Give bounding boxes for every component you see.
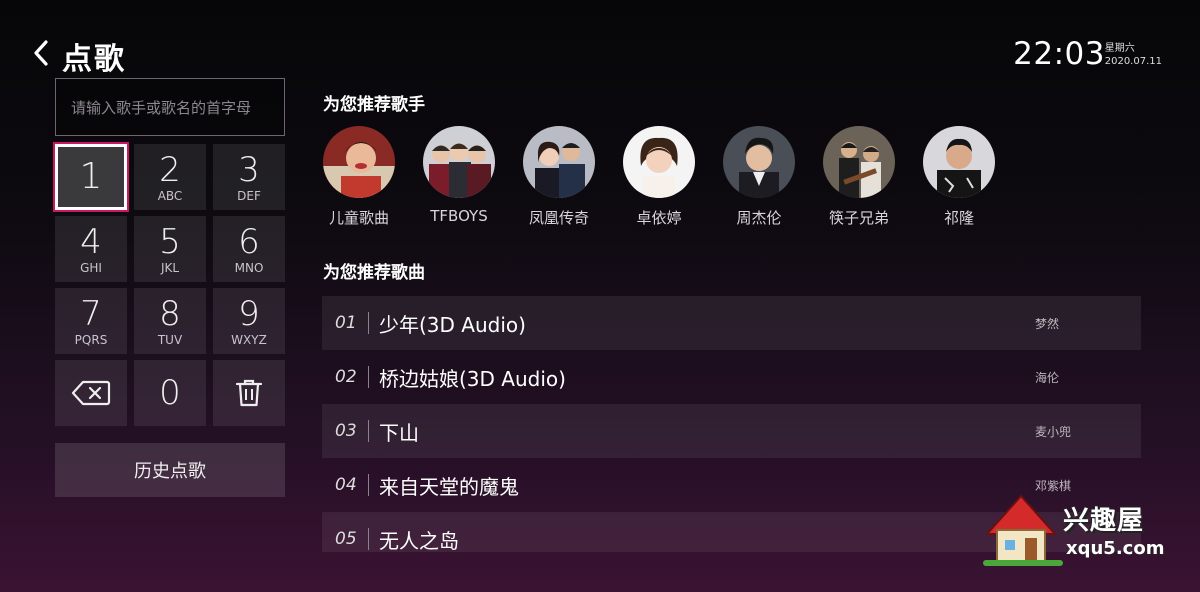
singer-card[interactable]: 卓依婷 <box>622 126 696 228</box>
page-title: 点歌 <box>62 42 126 77</box>
key-digit: 4 <box>80 221 102 262</box>
key-letters: DEF <box>237 188 261 203</box>
key-digit: 8 <box>159 293 181 334</box>
avatar <box>523 126 595 198</box>
singers-section-title: 为您推荐歌手 <box>323 95 425 115</box>
song-artist: 麦小兜 <box>1035 424 1072 439</box>
search-input[interactable]: 请输入歌手或歌名的首字母 <box>55 78 285 136</box>
singer-name: 祁隆 <box>943 209 974 227</box>
key-9[interactable]: 9 WXYZ <box>213 288 285 354</box>
watermark-url: xqu5.com <box>1066 538 1165 559</box>
song-row[interactable]: 03 下山 麦小兜 <box>322 404 1141 458</box>
key-digit: 7 <box>80 293 102 334</box>
singer-card[interactable]: TFBOYS <box>422 126 496 225</box>
singer-card[interactable]: 祁隆 <box>922 126 996 228</box>
singer-card[interactable]: 筷子兄弟 <box>822 126 896 228</box>
song-index: 02 <box>335 367 357 387</box>
key-letters: GHI <box>80 260 102 275</box>
key-digit: 5 <box>159 221 181 262</box>
key-digit: 9 <box>238 293 260 334</box>
singer-card[interactable]: 儿童歌曲 <box>322 126 396 228</box>
key-1[interactable]: 1 <box>55 144 127 210</box>
key-5[interactable]: 5 JKL <box>134 216 206 282</box>
song-row[interactable]: 01 少年(3D Audio) 梦然 <box>322 296 1141 350</box>
key-letters: TUV <box>157 332 183 347</box>
trash-icon <box>235 379 263 407</box>
clock-date-value: 2020.07.11 <box>1104 56 1162 67</box>
singer-name: TFBOYS <box>430 207 488 225</box>
key-7[interactable]: 7 PQRS <box>55 288 127 354</box>
song-title: 下山 <box>379 420 419 445</box>
key-8[interactable]: 8 TUV <box>134 288 206 354</box>
divider <box>368 528 369 550</box>
clear-key[interactable] <box>213 360 285 426</box>
key-4[interactable]: 4 GHI <box>55 216 127 282</box>
key-digit: 3 <box>238 149 260 190</box>
song-index: 04 <box>335 475 357 495</box>
clock-date: 星期六 2020.07.11 <box>1105 42 1162 68</box>
singer-card[interactable]: 凤凰传奇 <box>522 126 596 228</box>
key-digit: 2 <box>159 149 181 190</box>
song-title: 桥边姑娘(3D Audio) <box>379 366 566 391</box>
back-button[interactable] <box>28 36 54 70</box>
clock-weekday: 星期六 <box>1104 43 1135 54</box>
avatar <box>323 126 395 198</box>
divider <box>368 312 369 334</box>
song-index: 05 <box>335 529 357 549</box>
singer-name: 筷子兄弟 <box>828 209 889 227</box>
avatar <box>923 126 995 198</box>
key-letters: MNO <box>234 260 264 275</box>
song-index: 03 <box>335 421 357 441</box>
avatar <box>723 126 795 198</box>
key-3[interactable]: 3 DEF <box>213 144 285 210</box>
clock-time: 22:03 <box>1013 36 1105 72</box>
singer-card[interactable]: 周杰伦 <box>722 126 796 228</box>
avatar <box>423 126 495 198</box>
key-digit: 6 <box>238 221 260 262</box>
singer-name: 儿童歌曲 <box>328 209 389 227</box>
song-title: 来自天堂的魔鬼 <box>379 474 519 499</box>
song-artist: 梦然 <box>1035 316 1060 331</box>
key-letters: ABC <box>157 188 183 203</box>
history-button[interactable]: 历史点歌 <box>55 443 285 497</box>
divider <box>368 366 369 388</box>
avatar <box>823 126 895 198</box>
songs-section-title: 为您推荐歌曲 <box>323 263 425 283</box>
key-digit: 1 <box>79 156 103 197</box>
key-6[interactable]: 6 MNO <box>213 216 285 282</box>
avatar <box>623 126 695 198</box>
singer-name: 周杰伦 <box>736 209 782 227</box>
divider <box>368 420 369 442</box>
backspace-icon <box>71 380 111 406</box>
song-title: 少年(3D Audio) <box>379 312 526 337</box>
key-letters: PQRS <box>74 332 108 347</box>
backspace-key[interactable] <box>55 360 127 426</box>
search-placeholder: 请输入歌手或歌名的首字母 <box>71 98 252 117</box>
chevron-left-icon <box>34 40 48 66</box>
key-digit: 0 <box>159 373 181 413</box>
song-artist: 海伦 <box>1035 370 1060 385</box>
key-letters: JKL <box>160 260 180 275</box>
watermark-brand: 兴趣屋 <box>1063 506 1145 536</box>
divider <box>368 474 369 496</box>
key-2[interactable]: 2 ABC <box>134 144 206 210</box>
song-title: 无人之岛 <box>379 528 459 553</box>
song-index: 01 <box>335 313 357 333</box>
key-letters: WXYZ <box>231 332 267 347</box>
song-row[interactable]: 02 桥边姑娘(3D Audio) 海伦 <box>322 350 1141 404</box>
singer-name: 凤凰传奇 <box>528 209 589 227</box>
singer-name: 卓依婷 <box>636 209 682 227</box>
key-0[interactable]: 0 <box>134 360 206 426</box>
